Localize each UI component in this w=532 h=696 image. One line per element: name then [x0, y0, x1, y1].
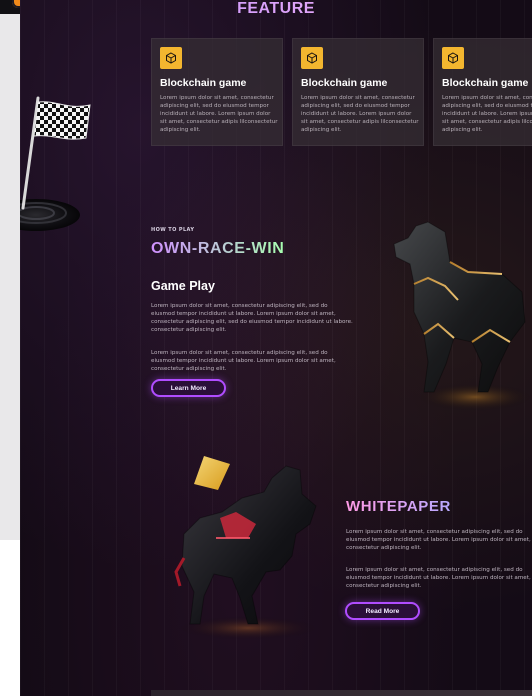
- horse-illustration: [174, 456, 318, 640]
- cube-icon: [160, 47, 182, 69]
- cube-icon: [448, 52, 458, 64]
- feature-card-3[interactable]: Blockchain game Lorem ipsum dolor sit am…: [433, 38, 532, 146]
- feature-card-body: Lorem ipsum dolor sit amet, consectetur …: [301, 95, 419, 133]
- learn-more-button[interactable]: Learn More: [151, 379, 226, 397]
- feature-card-title: Blockchain game: [301, 77, 388, 89]
- feature-card-title: Blockchain game: [160, 77, 247, 89]
- feature-card-body: Lorem ipsum dolor sit amet, consectetur …: [442, 95, 532, 133]
- cube-icon: [301, 47, 323, 69]
- feature-card-2[interactable]: Blockchain game Lorem ipsum dolor sit am…: [292, 38, 424, 146]
- feature-card-body: Lorem ipsum dolor sit amet, consectetur …: [160, 95, 278, 133]
- cube-icon: [442, 47, 464, 69]
- feature-card-1[interactable]: Blockchain game Lorem ipsum dolor sit am…: [151, 38, 283, 146]
- howto-paragraph-2: Lorem ipsum dolor sit amet, consectetur …: [151, 350, 336, 372]
- read-more-button[interactable]: Read More: [345, 602, 420, 620]
- feature-cards: Blockchain game Lorem ipsum dolor sit am…: [151, 38, 532, 150]
- feature-title: FEATURE: [20, 0, 532, 18]
- feature-card-title: Blockchain game: [442, 77, 529, 89]
- cube-icon: [307, 52, 317, 64]
- landing-page: FEATURE Blockchain game Lorem ipsum dolo…: [20, 0, 532, 696]
- howto-kicker: HOW TO PLAY: [151, 227, 195, 233]
- howto-paragraph-1: Lorem ipsum dolor sit amet, consectetur …: [151, 303, 353, 333]
- whitepaper-paragraph-2: Lorem ipsum dolor sit amet, consectetur …: [346, 567, 531, 589]
- whitepaper-paragraph-1: Lorem ipsum dolor sit amet, consectetur …: [346, 529, 531, 551]
- cube-icon: [166, 52, 176, 64]
- left-strip-white: [0, 540, 20, 696]
- bottom-divider: [151, 690, 532, 696]
- howto-headline: OWN-RACE-WIN: [151, 240, 285, 257]
- left-page-strip: [0, 0, 20, 696]
- whitepaper-title: WHITEPAPER: [346, 498, 451, 515]
- howto-title: Game Play: [151, 279, 215, 293]
- horse-illustration: [393, 221, 532, 411]
- checkered-flag-icon: [20, 96, 91, 231]
